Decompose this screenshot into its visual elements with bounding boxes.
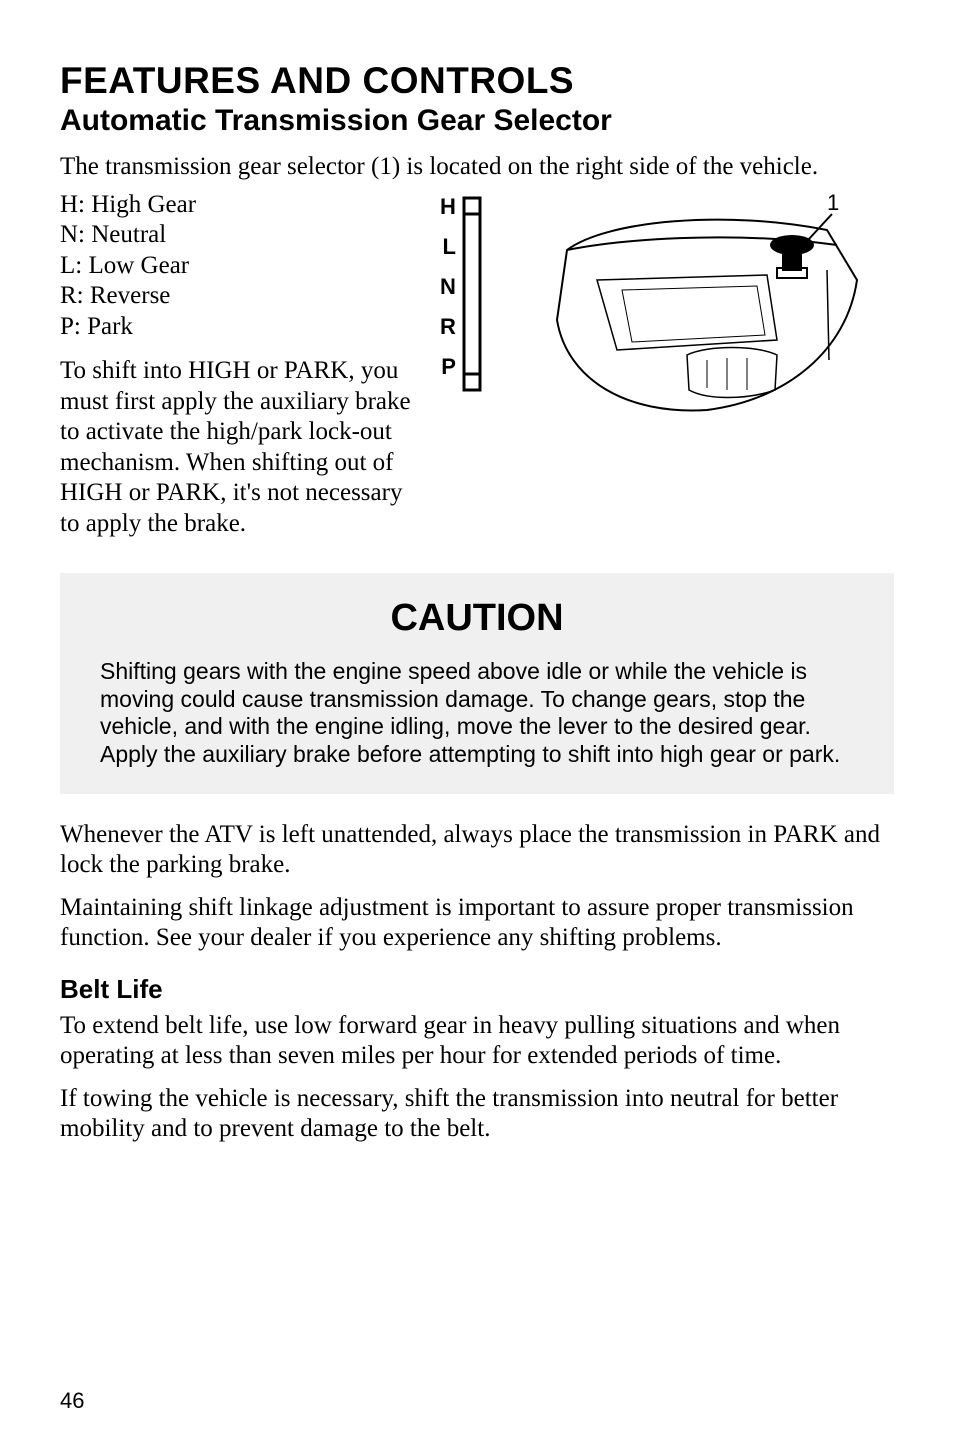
- gate-letter-p: P: [440, 356, 456, 378]
- shift-note: To shift into HIGH or PARK, you must fir…: [60, 356, 420, 539]
- page-number: 46: [60, 1388, 84, 1414]
- gear-def-h: H: High Gear: [60, 190, 420, 221]
- gate-letter-l: L: [440, 236, 456, 258]
- belt-text-2: If towing the vehicle is necessary, shif…: [60, 1084, 894, 1143]
- intro-text: The transmission gear selector (1) is lo…: [60, 152, 894, 182]
- gate-letter-h: H: [440, 196, 456, 218]
- gear-def-r: R: Reverse: [60, 281, 420, 312]
- gate-letter-r: R: [440, 316, 456, 338]
- caution-body: Shifting gears with the engine speed abo…: [100, 658, 854, 768]
- park-note: Whenever the ATV is left unattended, alw…: [60, 820, 894, 879]
- caution-box: CAUTION Shifting gears with the engine s…: [60, 573, 894, 794]
- page-subtitle: Automatic Transmission Gear Selector: [60, 104, 894, 138]
- page-title: FEATURES AND CONTROLS: [60, 60, 894, 102]
- gear-def-n: N: Neutral: [60, 220, 420, 251]
- gear-gate-diagram: H L N R P: [440, 190, 500, 392]
- belt-text-1: To extend belt life, use low forward gea…: [60, 1011, 894, 1070]
- gear-info-row: H: High Gear N: Neutral L: Low Gear R: R…: [60, 190, 894, 544]
- vehicle-illustration: 1: [520, 190, 894, 420]
- gear-def-l: L: Low Gear: [60, 251, 420, 282]
- belt-life-heading: Belt Life: [60, 974, 894, 1005]
- caution-title: CAUTION: [100, 597, 854, 640]
- gear-gate-icon: [462, 196, 488, 392]
- gear-def-p: P: Park: [60, 312, 420, 343]
- gear-definitions: H: High Gear N: Neutral L: Low Gear R: R…: [60, 190, 420, 544]
- callout-1: 1: [827, 190, 839, 215]
- linkage-note: Maintaining shift linkage adjustment is …: [60, 893, 894, 952]
- gate-letter-n: N: [440, 276, 456, 298]
